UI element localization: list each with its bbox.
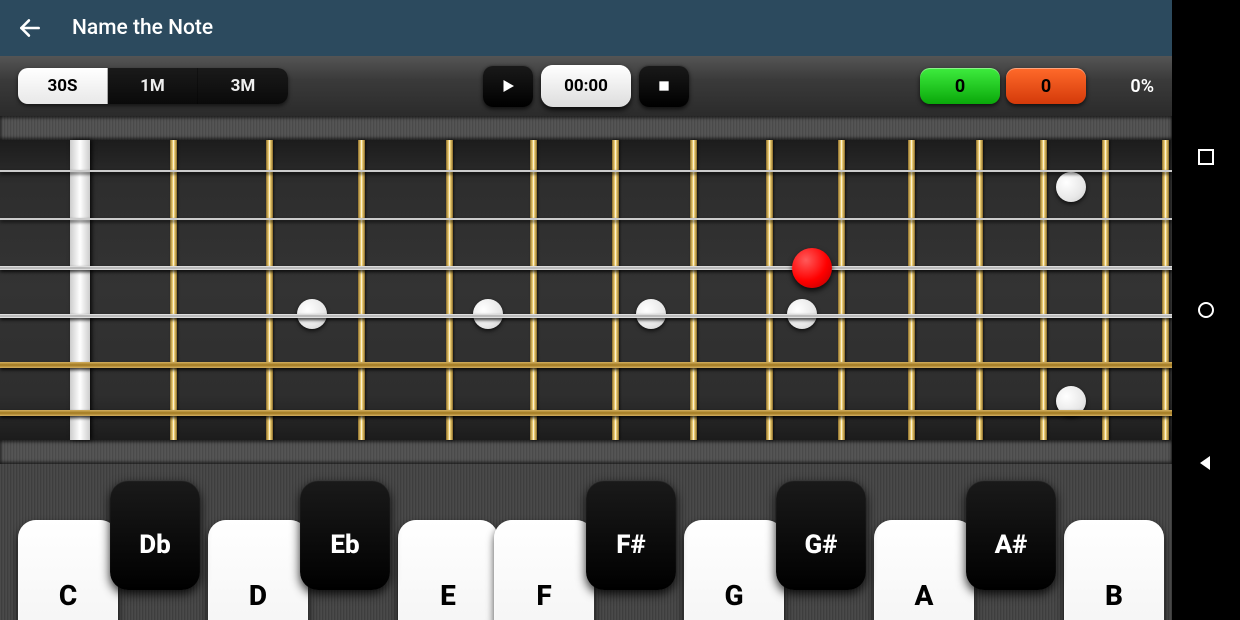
- stop-button[interactable]: [639, 65, 689, 107]
- fret: [766, 140, 773, 440]
- string-5: [0, 362, 1172, 368]
- nav-back-icon[interactable]: [1197, 454, 1215, 472]
- time-mode-3m[interactable]: 3M: [198, 68, 288, 104]
- time-mode-1m[interactable]: 1M: [108, 68, 198, 104]
- note-key-A[interactable]: A: [874, 520, 974, 620]
- note-key-Asharp[interactable]: A#: [966, 480, 1056, 590]
- fret: [530, 140, 537, 440]
- play-button[interactable]: [483, 65, 533, 107]
- nav-home-icon[interactable]: [1197, 301, 1215, 319]
- note-key-Db[interactable]: Db: [110, 480, 200, 590]
- note-key-Fsharp[interactable]: F#: [586, 480, 676, 590]
- note-key-E[interactable]: E: [398, 520, 498, 620]
- score-correct: 0: [920, 68, 1000, 104]
- fret: [358, 140, 365, 440]
- fret: [690, 140, 697, 440]
- score-percent: 0%: [1106, 76, 1154, 97]
- string-4: [0, 314, 1172, 318]
- note-key-Eb[interactable]: Eb: [300, 480, 390, 590]
- fret: [838, 140, 845, 440]
- note-key-C[interactable]: C: [18, 520, 118, 620]
- score-wrong: 0: [1006, 68, 1086, 104]
- fret: [266, 140, 273, 440]
- fret: [446, 140, 453, 440]
- nav-recent-icon[interactable]: [1197, 148, 1215, 166]
- fret: [1162, 140, 1169, 440]
- note-keys: CDEFGAB Db Eb F# G# A#: [0, 460, 1172, 620]
- note-key-Gsharp[interactable]: G#: [776, 480, 866, 590]
- target-note-dot: [792, 248, 832, 288]
- fret: [612, 140, 619, 440]
- note-key-B[interactable]: B: [1064, 520, 1164, 620]
- note-key-D[interactable]: D: [208, 520, 308, 620]
- android-navbar: [1172, 0, 1240, 620]
- fret-marker: [1056, 172, 1086, 202]
- toolbar: 30S1M3M 00:00 0 0 0%: [0, 56, 1172, 116]
- note-key-G[interactable]: G: [684, 520, 784, 620]
- metal-strip-top: [0, 116, 1172, 140]
- nut: [70, 140, 90, 440]
- playback-controls: 00:00: [483, 65, 689, 107]
- answer-area: CDEFGAB Db Eb F# G# A#: [0, 464, 1172, 620]
- fret: [976, 140, 983, 440]
- score-area: 0 0 0%: [920, 68, 1154, 104]
- string-2: [0, 218, 1172, 220]
- fret: [908, 140, 915, 440]
- back-icon[interactable]: [16, 14, 44, 42]
- fret: [170, 140, 177, 440]
- string-1: [0, 170, 1172, 172]
- fret: [1040, 140, 1047, 440]
- time-mode-group: 30S1M3M: [18, 68, 288, 104]
- timer-display: 00:00: [541, 65, 631, 107]
- string-6: [0, 410, 1172, 416]
- fret: [1102, 140, 1109, 440]
- string-3: [0, 266, 1172, 270]
- fretboard[interactable]: [0, 140, 1172, 440]
- page-title: Name the Note: [72, 16, 213, 40]
- time-mode-30s[interactable]: 30S: [18, 68, 108, 104]
- header-bar: Name the Note: [0, 0, 1172, 56]
- note-key-F[interactable]: F: [494, 520, 594, 620]
- app-frame: Name the Note 30S1M3M 00:00 0 0 0% CDEFG…: [0, 0, 1172, 620]
